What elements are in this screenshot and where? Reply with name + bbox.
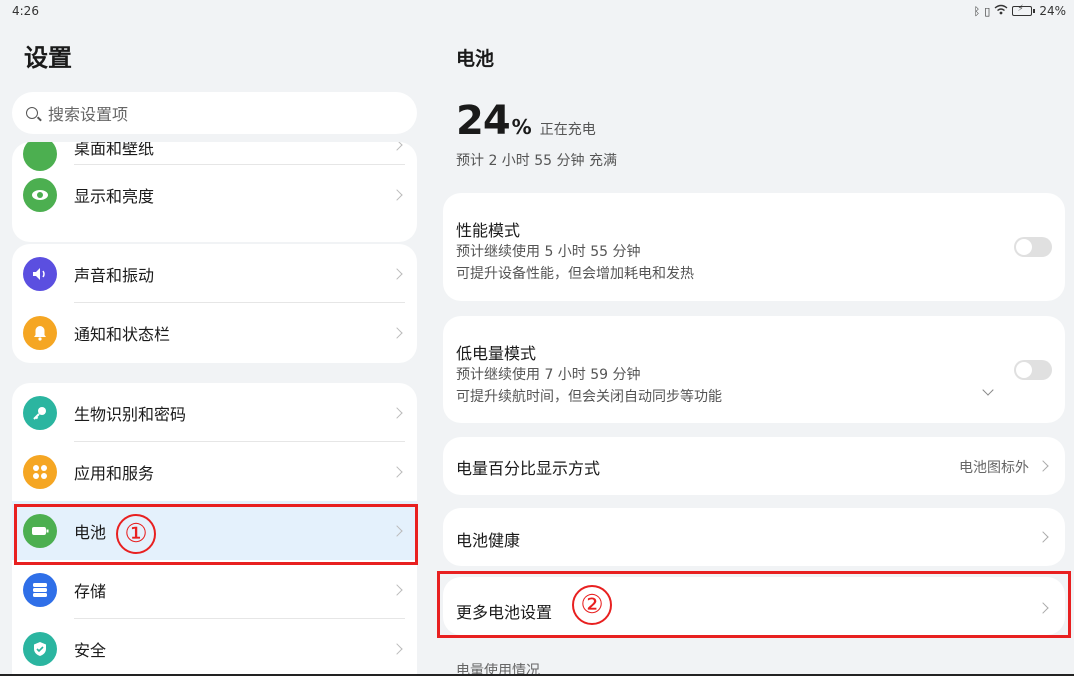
performance-mode-card: 性能模式 预计继续使用 5 小时 55 分钟 可提升设备性能，但会增加耗电和发热 bbox=[443, 193, 1065, 301]
chevron-right-icon bbox=[1037, 531, 1049, 543]
sidebar-item-display[interactable]: 显示和亮度 bbox=[12, 165, 417, 224]
sidebar-item-label: 生物识别和密码 bbox=[74, 404, 187, 424]
performance-mode-estimate: 预计继续使用 5 小时 55 分钟 bbox=[456, 244, 641, 260]
sidebar-item-storage[interactable]: 存储 bbox=[12, 560, 417, 619]
performance-mode-desc: 可提升设备性能，但会增加耗电和发热 bbox=[456, 266, 694, 282]
sidebar-item-biometrics[interactable]: 生物识别和密码 bbox=[12, 383, 417, 442]
bell-icon bbox=[23, 315, 57, 350]
sidebar-item-sound[interactable]: 声音和振动 bbox=[12, 244, 417, 303]
chevron-right-icon bbox=[391, 524, 403, 537]
battery-health-row[interactable]: 电池健康 bbox=[443, 508, 1065, 566]
annotation-number-1: ① bbox=[116, 514, 156, 554]
key-icon bbox=[23, 395, 57, 430]
sidebar-item-apps[interactable]: 应用和服务 bbox=[12, 442, 417, 501]
battery-percent-value: 24 bbox=[456, 98, 511, 144]
vibrate-icon: ▯ bbox=[984, 4, 991, 18]
sidebar-item-notifications[interactable]: 通知和状态栏 bbox=[12, 303, 417, 362]
apps-icon bbox=[23, 454, 57, 489]
chevron-right-icon bbox=[391, 267, 403, 280]
charging-status: 正在充电 bbox=[539, 122, 596, 138]
chevron-right-icon bbox=[1037, 602, 1049, 614]
battery-percentage: 24 % 正在充电 bbox=[456, 98, 596, 144]
chevron-right-icon bbox=[391, 583, 403, 596]
search-placeholder: 搜索设置项 bbox=[48, 105, 129, 124]
sidebar-item-security[interactable]: 安全 bbox=[12, 619, 417, 676]
annotation-number-2: ② bbox=[572, 585, 612, 625]
settings-sidebar: 设置 搜索设置项 桌面和壁纸 显示和亮度 声音和振动 通知和状态栏 生物识别和密… bbox=[0, 24, 430, 676]
percent-display-mode-value: 电池图标外 bbox=[959, 460, 1029, 476]
low-power-mode-estimate: 预计继续使用 7 小时 59 分钟 bbox=[456, 367, 641, 383]
settings-group-sound: 声音和振动 通知和状态栏 bbox=[12, 244, 417, 363]
more-battery-settings-title: 更多电池设置 bbox=[456, 603, 553, 622]
chevron-down-icon[interactable] bbox=[982, 384, 994, 396]
sidebar-item-label: 安全 bbox=[74, 640, 107, 660]
bluetooth-icon: ᛒ bbox=[973, 4, 981, 18]
battery-panel: 电池 24 % 正在充电 预计 2 小时 55 分钟 充满 性能模式 预计继续使… bbox=[430, 24, 1074, 676]
chevron-right-icon bbox=[391, 642, 403, 655]
battery-health-title: 电池健康 bbox=[456, 531, 521, 550]
wifi-icon bbox=[994, 4, 1008, 18]
low-power-mode-desc: 可提升续航时间，但会关闭自动同步等功能 bbox=[456, 389, 722, 405]
low-power-mode-title: 低电量模式 bbox=[456, 344, 537, 363]
sidebar-item-wallpaper[interactable]: 桌面和壁纸 bbox=[12, 142, 417, 171]
eye-icon bbox=[23, 177, 57, 212]
status-bar: 4:26 ᛒ ▯ 24% bbox=[0, 0, 1074, 24]
storage-icon bbox=[23, 572, 57, 607]
percent-display-mode-title: 电量百分比显示方式 bbox=[456, 459, 601, 478]
status-battery-percent: 24% bbox=[1039, 4, 1066, 18]
chevron-right-icon bbox=[391, 142, 403, 151]
low-power-mode-card: 低电量模式 预计继续使用 7 小时 59 分钟 可提升续航时间，但会关闭自动同步… bbox=[443, 316, 1065, 423]
settings-group-system: 生物识别和密码 应用和服务 电池 存储 安全 bbox=[12, 383, 417, 676]
chevron-right-icon bbox=[391, 465, 403, 478]
charge-estimate: 预计 2 小时 55 分钟 充满 bbox=[456, 153, 617, 169]
percent-display-mode-row[interactable]: 电量百分比显示方式 电池图标外 bbox=[443, 437, 1065, 495]
chevron-right-icon bbox=[1037, 460, 1049, 472]
low-power-mode-toggle[interactable] bbox=[1014, 360, 1052, 380]
chevron-right-icon bbox=[391, 326, 403, 339]
sidebar-item-label: 电池 bbox=[74, 522, 107, 542]
performance-mode-title: 性能模式 bbox=[456, 221, 521, 240]
chevron-right-icon bbox=[391, 406, 403, 419]
sidebar-item-label: 显示和亮度 bbox=[74, 186, 155, 206]
settings-group-display: 桌面和壁纸 显示和亮度 bbox=[12, 142, 417, 242]
shield-icon bbox=[23, 631, 57, 666]
performance-mode-toggle[interactable] bbox=[1014, 237, 1052, 257]
search-input[interactable]: 搜索设置项 bbox=[12, 92, 417, 134]
more-battery-settings-row[interactable]: 更多电池设置 bbox=[443, 577, 1065, 635]
status-time: 4:26 bbox=[12, 4, 39, 18]
sidebar-item-label: 桌面和壁纸 bbox=[74, 142, 155, 158]
status-icons: ᛒ ▯ 24% bbox=[974, 4, 1066, 18]
battery-percent-symbol: % bbox=[511, 115, 532, 139]
sidebar-item-label: 存储 bbox=[74, 581, 107, 601]
battery-icon bbox=[23, 513, 57, 548]
speaker-icon bbox=[23, 256, 57, 291]
search-icon bbox=[26, 107, 38, 119]
sidebar-item-battery[interactable]: 电池 bbox=[12, 501, 417, 560]
battery-charging-icon bbox=[1012, 4, 1036, 16]
sidebar-item-label: 通知和状态栏 bbox=[74, 324, 171, 344]
sidebar-item-label: 声音和振动 bbox=[74, 265, 155, 285]
page-title: 设置 bbox=[24, 44, 72, 72]
sidebar-item-label: 应用和服务 bbox=[74, 463, 155, 483]
panel-title: 电池 bbox=[456, 48, 495, 70]
chevron-right-icon bbox=[391, 188, 403, 201]
